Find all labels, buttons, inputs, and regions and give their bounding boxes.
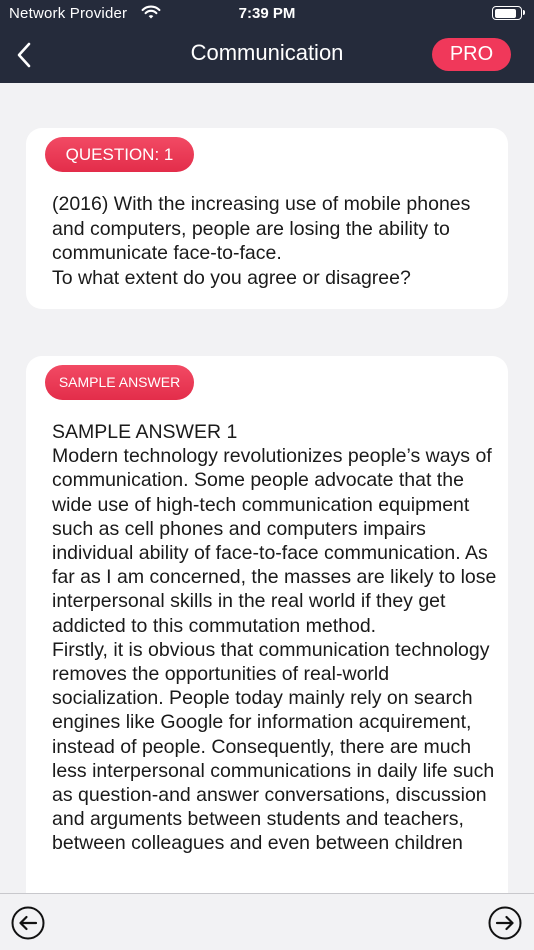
answer-card: SAMPLE ANSWER SAMPLE ANSWER 1 Modern tec… [26,356,508,916]
bottom-toolbar [0,893,534,950]
sample-answer-badge: SAMPLE ANSWER [45,365,194,400]
answer-paragraph: Modern technology revolutionizes people’… [52,445,497,637]
question-text: (2016) With the increasing use of mobile… [52,192,492,290]
status-bar: Network Provider 7:39 PM [0,0,534,28]
question-line: (2016) With the increasing use of mobile… [52,193,471,264]
question-line: To what extent do you agree or disagree? [52,266,411,289]
arrow-left-circle-icon [11,906,45,940]
previous-button[interactable] [11,906,45,940]
next-button[interactable] [488,906,522,940]
navigation-bar: Network Provider 7:39 PM Communication P… [0,0,534,83]
status-time: 7:39 PM [238,5,296,22]
question-badge: QUESTION: 1 [45,137,194,172]
answer-paragraph: Firstly, it is obvious that communicatio… [52,638,495,855]
battery-fill [494,8,517,18]
arrow-right-circle-icon [488,906,522,940]
answer-text: SAMPLE ANSWER 1 Modern technology revolu… [52,420,500,856]
battery-icon [492,6,525,20]
answer-heading: SAMPLE ANSWER 1 [52,421,238,443]
question-card: QUESTION: 1 (2016) With the increasing u… [26,128,508,309]
pro-button[interactable]: PRO [432,38,511,71]
